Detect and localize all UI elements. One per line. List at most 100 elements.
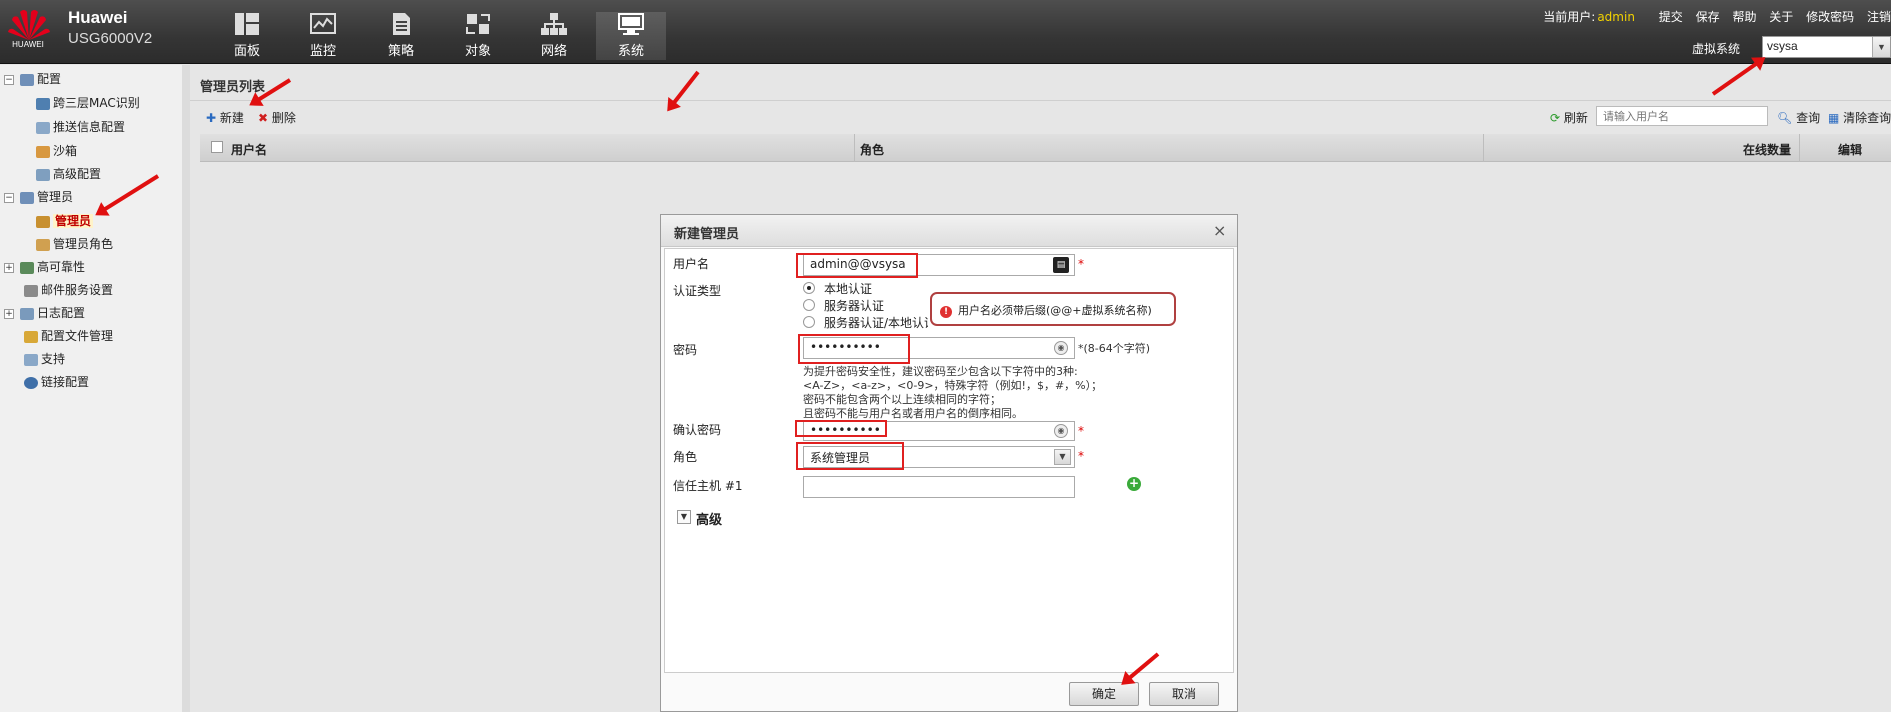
sidebar-item-label: 推送信息配置 [53, 120, 126, 134]
sidebar-item-support[interactable]: 支持 [24, 348, 65, 370]
dialog-header[interactable]: 新建管理员 × [661, 215, 1237, 247]
nav-dashboard[interactable]: 面板 [212, 12, 282, 60]
sidebar-item-link-config[interactable]: 链接配置 [24, 371, 89, 393]
column-divider[interactable] [1483, 134, 1484, 162]
delete-icon: ✖ [258, 111, 269, 125]
sidebar-item-push-info[interactable]: 推送信息配置 [36, 116, 125, 138]
commit-link[interactable]: 提交 [1659, 10, 1683, 24]
about-link[interactable]: 关于 [1769, 10, 1793, 24]
system-icon [618, 13, 644, 35]
dashboard-icon [235, 13, 259, 35]
admin-group-icon [20, 191, 34, 204]
select-all-checkbox[interactable] [211, 141, 223, 153]
eye-icon[interactable]: ◉ [1054, 424, 1068, 438]
collapse-icon[interactable]: − [4, 74, 14, 85]
mail-icon [24, 284, 38, 297]
vsys-select[interactable]: vsysa ▼ [1762, 36, 1891, 58]
sidebar-item-admin[interactable]: 管理员 [36, 210, 94, 232]
admin-icon [36, 215, 50, 228]
cancel-button[interactable]: 取消 [1149, 682, 1219, 706]
col-online-count[interactable]: 在线数量 [1743, 141, 1791, 158]
col-username[interactable]: 用户名 [231, 141, 267, 158]
vsys-label: 虚拟系统 [1692, 42, 1741, 56]
sidebar-item-admin-role[interactable]: 管理员角色 [36, 233, 113, 255]
add-host-icon[interactable]: + [1127, 477, 1141, 491]
username-label: 用户名 [673, 257, 710, 271]
advanced-section-label[interactable]: 高级 [696, 509, 722, 528]
sidebar-item-label: 高级配置 [53, 167, 102, 181]
expand-icon[interactable]: + [4, 308, 14, 319]
push-info-icon [36, 121, 50, 134]
refresh-button[interactable]: ⟳ 刷新 [1550, 109, 1588, 126]
sidebar-item-sandbox[interactable]: 沙箱 [36, 140, 77, 162]
password-rule-2: <A-Z>，<a-z>，<0-9>，特殊字符（例如!，$，#，%）； [803, 379, 1103, 392]
sidebar-item-label: 高可靠性 [37, 260, 86, 274]
nav-system-label: 系统 [617, 44, 644, 59]
close-icon[interactable]: × [1213, 221, 1226, 240]
admin-role-icon [36, 238, 50, 251]
expand-icon[interactable]: + [4, 262, 14, 273]
auth-server-radio[interactable] [803, 299, 815, 311]
delete-button[interactable]: ✖ 删除 [258, 109, 296, 126]
clear-query-button[interactable]: ▦ 清除查询 [1828, 109, 1891, 126]
sidebar-item-log-config[interactable]: + 日志配置 [4, 302, 85, 324]
nav-object-label: 对象 [464, 44, 491, 59]
sidebar-item-config-file[interactable]: 配置文件管理 [24, 325, 113, 347]
nav-monitor[interactable]: 监控 [288, 12, 358, 60]
current-user: admin [1597, 10, 1635, 24]
nav-policy[interactable]: 策略 [366, 12, 436, 60]
password-rule-3: 密码不能包含两个以上连续相同的字符； [803, 393, 1001, 406]
password-label: 密码 [673, 343, 698, 357]
collapse-icon[interactable]: − [4, 192, 14, 203]
nav-system[interactable]: 系统 [596, 12, 666, 60]
username-search-input[interactable] [1596, 106, 1768, 126]
auth-server-local-radio[interactable] [803, 316, 815, 328]
nav-network[interactable]: 网络 [519, 12, 589, 60]
auth-server-local-label: 服务器认证/本地认证 [824, 316, 928, 330]
col-edit[interactable]: 编辑 [1838, 141, 1862, 158]
column-divider[interactable] [854, 134, 855, 162]
auth-local-radio[interactable] [803, 282, 815, 294]
required-mark: * [1078, 424, 1084, 438]
error-icon: ! [940, 306, 952, 318]
support-icon [24, 353, 38, 366]
chevron-down-icon[interactable]: ▼ [1054, 449, 1071, 465]
new-button[interactable]: ✚ 新建 [206, 109, 244, 126]
required-mark: * [1078, 449, 1084, 463]
col-role[interactable]: 角色 [860, 141, 884, 158]
sidebar-item-ha[interactable]: + 高可靠性 [4, 256, 85, 278]
chevron-down-icon[interactable]: ▼ [1872, 37, 1890, 57]
query-button[interactable]: 🔍︎ 查询 [1777, 109, 1820, 126]
sidebar-item-label: 跨三层MAC识别 [53, 96, 140, 110]
panel-divider [190, 100, 1891, 101]
sidebar-item-label: 链接配置 [41, 375, 90, 389]
query-label: 查询 [1796, 111, 1821, 125]
eye-icon[interactable]: ◉ [1054, 341, 1068, 355]
change-password-link[interactable]: 修改密码 [1806, 10, 1854, 24]
sidebar-item-config[interactable]: − 配置 [4, 68, 61, 90]
refresh-icon: ⟳ [1550, 111, 1561, 125]
auth-local-label: 本地认证 [824, 282, 873, 296]
logout-link[interactable]: 注销 [1867, 10, 1891, 24]
policy-icon [393, 13, 410, 35]
sidebar-splitter[interactable] [182, 65, 190, 712]
current-user-label: 当前用户: [1543, 10, 1596, 24]
sidebar-item-advanced-config[interactable]: 高级配置 [36, 163, 101, 185]
sidebar-item-mail-service[interactable]: 邮件服务设置 [24, 279, 113, 301]
sidebar-item-mac-identify[interactable]: 跨三层MAC识别 [36, 92, 140, 114]
column-divider[interactable] [1799, 134, 1800, 162]
keyboard-icon[interactable]: ▤ [1053, 257, 1069, 273]
config-icon [20, 73, 34, 86]
save-link[interactable]: 保存 [1696, 10, 1720, 24]
ha-icon [20, 261, 34, 274]
highlight-box-password [798, 334, 910, 364]
trusted-host-input[interactable] [803, 476, 1075, 498]
tooltip-text: 用户名必须带后缀(@@+虚拟系统名称) [958, 304, 1152, 317]
collapse-triangle-icon[interactable]: ▼ [677, 510, 691, 524]
sidebar-item-admin-group[interactable]: − 管理员 [4, 186, 73, 208]
nav-object[interactable]: 对象 [443, 12, 513, 60]
auth-server-label: 服务器认证 [824, 299, 885, 313]
help-link[interactable]: 帮助 [1732, 10, 1756, 24]
highlight-box-username [796, 253, 918, 278]
sidebar-item-label: 邮件服务设置 [41, 283, 114, 297]
